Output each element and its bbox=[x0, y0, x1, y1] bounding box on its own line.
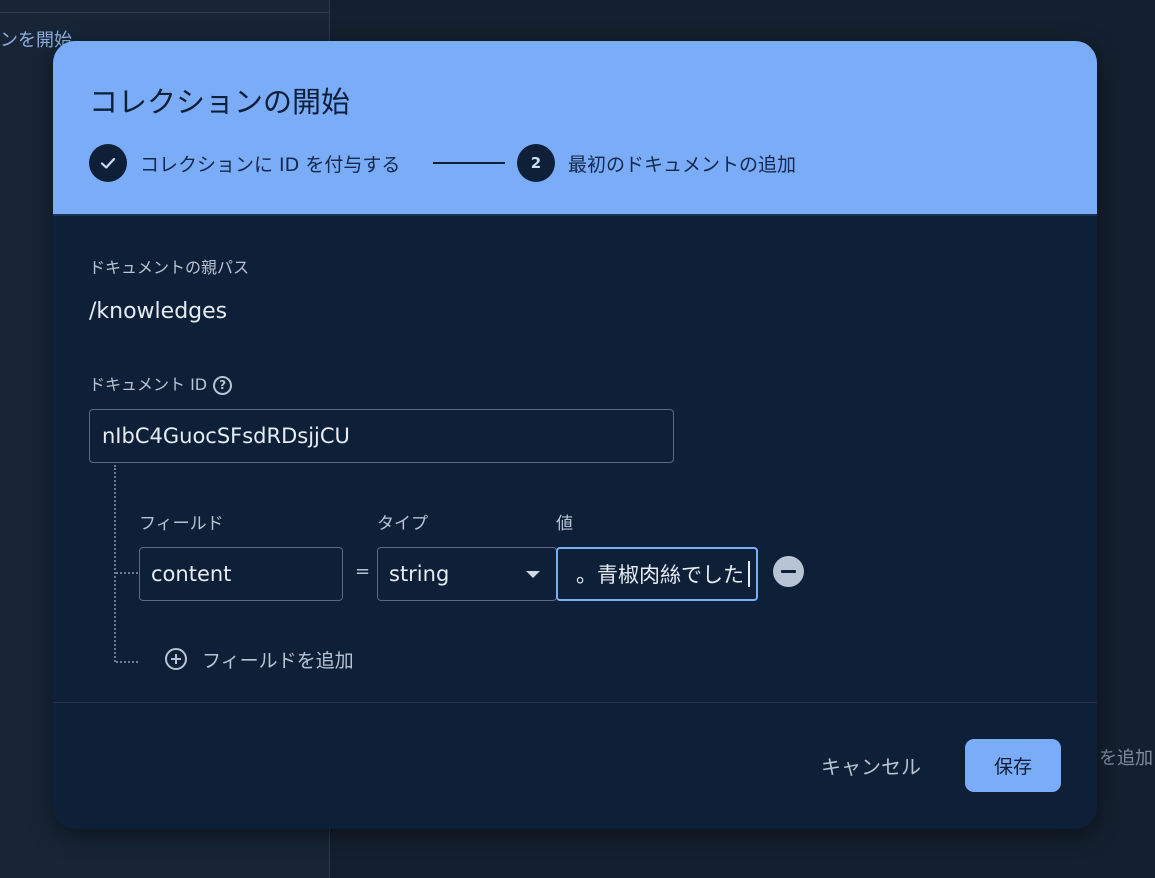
footer-divider bbox=[53, 702, 1097, 703]
document-id-input[interactable]: nIbC4GuocSFsdRDsjjCU bbox=[89, 409, 674, 463]
dropdown-arrow-icon bbox=[526, 571, 540, 578]
field-type-value: string bbox=[389, 562, 450, 586]
field-name-input[interactable]: content bbox=[139, 547, 343, 601]
help-icon[interactable]: ? bbox=[213, 376, 233, 395]
field-value-input[interactable]: 青椒肉絲でした。 bbox=[556, 547, 758, 601]
step-1: コレクションに ID を付与する bbox=[89, 144, 400, 182]
step-1-label: コレクションに ID を付与する bbox=[140, 153, 401, 176]
field-column-header: フィールド bbox=[139, 514, 224, 534]
minus-icon bbox=[781, 570, 796, 573]
field-name-value: content bbox=[151, 562, 232, 586]
text-cursor bbox=[748, 561, 750, 587]
step-connector bbox=[433, 162, 505, 164]
background-add-link: を追加 bbox=[1099, 748, 1153, 769]
check-icon bbox=[89, 144, 127, 182]
step-2-number: 2 bbox=[517, 144, 555, 182]
remove-field-button[interactable] bbox=[773, 556, 804, 587]
step-2-label: 最初のドキュメントの追加 bbox=[568, 153, 797, 176]
value-column-header: 値 bbox=[556, 514, 573, 534]
start-collection-dialog: コレクションの開始 コレクションに ID を付与する 2 最初のドキュメントの追… bbox=[53, 41, 1097, 829]
dialog-header: コレクションの開始 コレクションに ID を付与する 2 最初のドキュメントの追… bbox=[53, 41, 1097, 216]
tree-branch bbox=[116, 661, 138, 663]
type-column-header: タイプ bbox=[377, 514, 428, 534]
dialog-title: コレクションの開始 bbox=[89, 85, 351, 119]
document-id-label: ドキュメント ID bbox=[89, 375, 208, 394]
add-circle-icon bbox=[165, 648, 187, 670]
save-button[interactable]: 保存 bbox=[965, 739, 1061, 792]
tree-connector bbox=[114, 465, 116, 662]
document-id-label-row: ドキュメント ID? bbox=[89, 371, 233, 395]
step-2: 2 最初のドキュメントの追加 bbox=[517, 144, 796, 182]
tree-branch bbox=[116, 572, 138, 574]
add-field-button[interactable]: フィールドを追加 bbox=[165, 644, 354, 674]
cancel-button[interactable]: キャンセル bbox=[811, 745, 931, 785]
field-type-select[interactable]: string bbox=[377, 547, 557, 601]
divider bbox=[0, 12, 329, 13]
field-value-text: 青椒肉絲でした。 bbox=[576, 563, 744, 587]
parent-path-label: ドキュメントの親パス bbox=[89, 258, 250, 277]
parent-path-value: /knowledges bbox=[89, 299, 228, 324]
add-field-label: フィールドを追加 bbox=[202, 649, 354, 672]
document-id-value: nIbC4GuocSFsdRDsjjCU bbox=[102, 424, 350, 448]
equals-sign: = bbox=[355, 561, 371, 582]
